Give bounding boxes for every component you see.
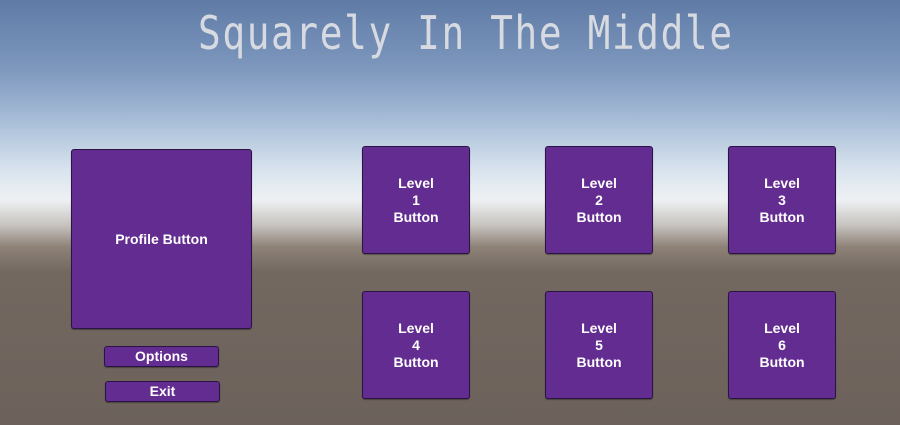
button-label: Button [576,353,622,370]
level-4-button[interactable]: Level 4 Button [362,291,470,399]
profile-button[interactable]: Profile Button [71,149,252,329]
game-title: Squarely In The Middle [198,6,734,60]
level-3-button[interactable]: Level 3 Button [728,146,836,254]
profile-button-label: Profile Button [115,230,208,247]
level-number: 2 [595,191,603,208]
level-label: Level [764,174,800,191]
button-label: Button [393,208,439,225]
level-2-button[interactable]: Level 2 Button [545,146,653,254]
level-6-button[interactable]: Level 6 Button [728,291,836,399]
options-button-label: Options [135,348,188,364]
level-1-button[interactable]: Level 1 Button [362,146,470,254]
button-label: Button [759,208,805,225]
level-number: 4 [412,336,420,353]
button-label: Button [759,353,805,370]
level-number: 1 [412,191,420,208]
exit-button[interactable]: Exit [105,381,220,402]
button-label: Button [393,353,439,370]
level-label: Level [764,319,800,336]
level-number: 5 [595,336,603,353]
level-label: Level [581,319,617,336]
level-label: Level [581,174,617,191]
options-button[interactable]: Options [104,346,219,367]
level-5-button[interactable]: Level 5 Button [545,291,653,399]
exit-button-label: Exit [149,383,176,399]
level-number: 6 [778,336,786,353]
button-label: Button [576,208,622,225]
level-number: 3 [778,191,786,208]
level-label: Level [398,319,434,336]
level-label: Level [398,174,434,191]
